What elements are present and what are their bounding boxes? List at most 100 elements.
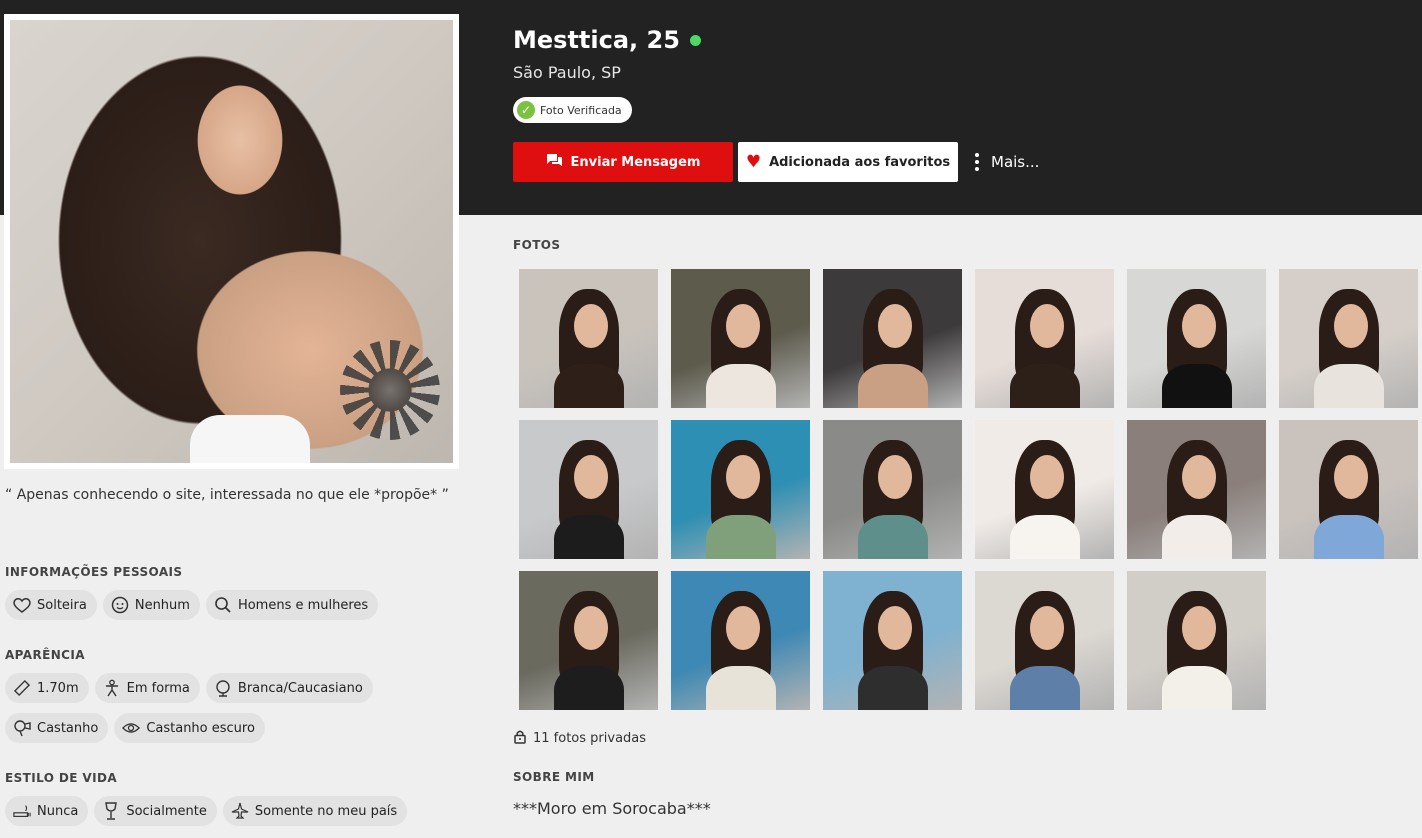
photo-detail [1314,515,1384,559]
chip-label: Somente no meu país [254,803,398,819]
profile-photo-image [10,20,453,463]
chip-label: Solteira [37,597,87,613]
photo-thumbnail[interactable] [671,420,810,559]
photo-detail [1010,666,1080,710]
photo-detail [858,515,928,559]
profile-name-age: Mesttica, 25 [513,26,680,54]
photo-detail [1314,364,1384,408]
appearance-chips: 1.70m Em forma Branca/Caucasiano Castanh… [5,673,465,743]
more-vertical-icon [975,153,979,171]
personal-info-chips: Solteira Nenhum Homens e mulheres [5,590,379,620]
online-status-dot [689,34,701,46]
photo-detail [1010,515,1080,559]
chip-children: Nenhum [102,590,200,620]
chip-label: Homens e mulheres [237,597,369,613]
chip-label: Branca/Caucasiano [237,680,363,696]
heart-icon: ♥ [745,151,762,172]
photos-title: FOTOS [513,238,561,252]
photo-detail [878,606,912,650]
photo-detail [878,455,912,499]
photo-detail [1182,455,1216,499]
chip-label: Nenhum [134,597,190,613]
chip-drinking: Socialmente [94,796,217,826]
photo-thumbnail[interactable] [823,420,962,559]
chip-smoking: Nunca [5,796,89,826]
photo-thumbnail[interactable] [1127,420,1266,559]
send-message-button[interactable]: Enviar Mensagem [513,142,733,182]
photo-detail [1182,304,1216,348]
chip-hair-color: Castanho [5,713,109,743]
favorite-label: Adicionada aos favoritos [769,154,951,170]
chip-ethnicity: Branca/Caucasiano [205,673,373,703]
photo-detail [1010,364,1080,408]
photo-thumbnail[interactable] [823,571,962,710]
eye-icon [122,719,141,737]
private-photos-label: 11 fotos privadas [533,731,647,746]
photo-thumbnail[interactable] [519,420,658,559]
lifestyle-chips: Nunca Socialmente Somente no meu país [5,796,408,826]
send-message-label: Enviar Mensagem [570,154,701,170]
chip-label: Nunca [37,803,79,819]
chip-label: Castanho [37,720,99,736]
private-photos-link[interactable]: 11 fotos privadas [513,729,646,748]
favorite-button[interactable]: ♥ Adicionada aos favoritos [738,142,958,182]
hair-dryer-icon [13,719,31,737]
photo-thumbnail[interactable] [975,571,1114,710]
photo-detail [190,415,310,463]
globe-icon [214,679,232,697]
chip-label: Em forma [126,680,190,696]
search-icon [214,596,232,614]
more-options-button[interactable]: Mais... [975,142,1055,182]
about-title: SOBRE MIM [513,770,595,784]
photo-detail [1030,304,1064,348]
ruler-icon [13,679,31,697]
photo-thumbnail[interactable] [1127,269,1266,408]
photo-detail [1162,364,1232,408]
photo-detail [1334,304,1368,348]
photo-detail [574,304,608,348]
photo-detail [858,364,928,408]
chip-travel: Somente no meu país [222,796,408,826]
airplane-icon [231,802,249,820]
photo-detail [878,304,912,348]
photo-thumbnail[interactable] [823,269,962,408]
photo-detail [554,364,624,408]
photo-thumbnail[interactable] [671,269,810,408]
verified-label: Foto Verificada [540,103,622,117]
verified-badge: ✓ Foto Verificada [513,97,632,123]
photo-detail [726,606,760,650]
photo-detail [726,455,760,499]
photo-detail [706,515,776,559]
photo-detail [726,304,760,348]
photo-thumbnail[interactable] [1127,571,1266,710]
chat-bubbles-icon [546,153,563,171]
chip-relationship: Solteira [5,590,97,620]
photo-detail [1030,606,1064,650]
photo-detail [554,515,624,559]
about-text: ***Moro em Sorocaba*** [513,799,711,818]
chip-height: 1.70m [5,673,89,703]
profile-name-row: Mesttica, 25 [513,26,701,54]
photo-thumbnail[interactable] [671,571,810,710]
photo-detail [1030,455,1064,499]
lifestyle-title: ESTILO DE VIDA [5,771,118,785]
photo-thumbnail[interactable] [519,571,658,710]
main-profile-photo[interactable] [4,14,459,469]
photo-detail [554,666,624,710]
photo-thumbnail[interactable] [1279,420,1418,559]
photo-grid [519,269,1418,710]
profile-headline-quote: “ Apenas conhecendo o site, interessada … [5,487,449,503]
smoking-icon [13,802,31,820]
photo-detail [1162,515,1232,559]
photo-detail [574,606,608,650]
photo-detail [1334,455,1368,499]
profile-city: São Paulo, SP [513,63,621,82]
more-label: Mais... [991,153,1040,171]
chip-label: Castanho escuro [146,720,255,736]
photo-thumbnail[interactable] [975,269,1114,408]
photo-thumbnail[interactable] [1279,269,1418,408]
body-icon [103,679,121,697]
photo-detail [340,340,440,440]
photo-thumbnail[interactable] [975,420,1114,559]
photo-thumbnail[interactable] [519,269,658,408]
